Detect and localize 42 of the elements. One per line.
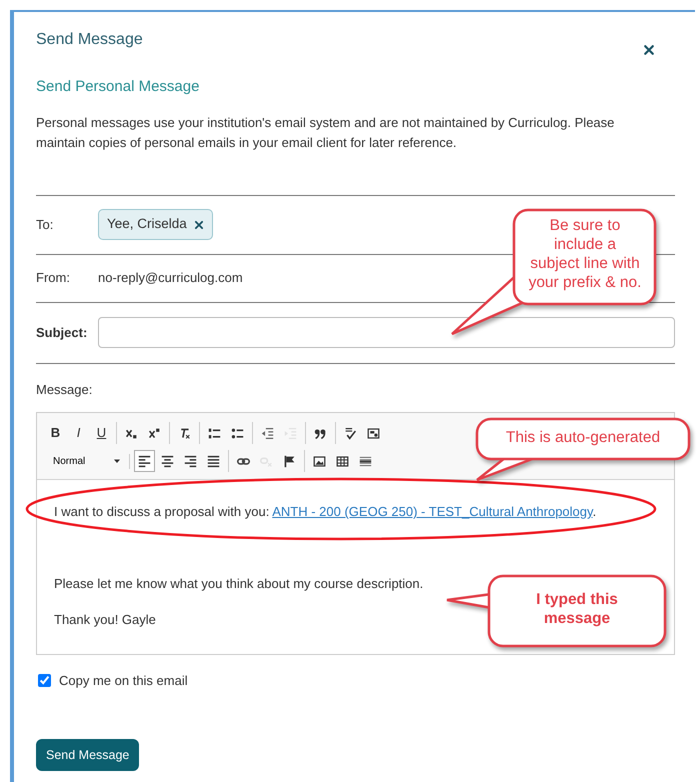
horizontal-rule-icon [359, 454, 372, 468]
image-icon [313, 454, 326, 468]
send-button[interactable]: Send Message [36, 738, 140, 772]
field-label: To: [36, 216, 54, 234]
quote-icon [314, 426, 327, 440]
field-label: Subject: [36, 324, 88, 342]
callout-text: I typed this message [535, 590, 619, 628]
message-text: I want to discuss a proposal with you: ANTH - 200 (GEOG 250) - TEST_Cultural Anthropology. [54, 503, 596, 521]
table-icon [336, 454, 349, 468]
format-dropdown[interactable]: Normal [45, 454, 125, 468]
align-left-icon [138, 454, 151, 468]
template-icon [367, 426, 380, 440]
checkbox-label: Copy me on this email [59, 672, 188, 690]
align-left-button[interactable] [134, 450, 155, 472]
align-center-icon [161, 454, 174, 468]
callout-text: Be sure to include a subject line with your prefix & no. [528, 216, 642, 292]
bullet-list-icon [231, 426, 244, 440]
superscript-icon [148, 426, 161, 440]
flag-icon [283, 454, 296, 468]
caret-icon [113, 457, 121, 465]
sender-email: no-reply@curriculog.com [98, 269, 243, 288]
close-button[interactable] [643, 44, 655, 56]
format-button[interactable]: I [68, 422, 89, 444]
format-button[interactable]: B [45, 422, 66, 444]
dialog-title: Send Message [36, 30, 143, 50]
message-text: Thank you! Gayle [54, 611, 156, 629]
spellcheck-icon [344, 426, 357, 440]
remove-icon[interactable] [194, 220, 204, 230]
notice-text: Personal messages use your institution's email system and are not maintained by Curriculog. Please maintain copies of personal emails in your email client for later reference. [36, 114, 616, 152]
numbered-list-icon [208, 426, 221, 440]
copy-checkbox[interactable] [38, 674, 51, 688]
align-right-icon [184, 454, 197, 468]
field-label: Message: [36, 382, 92, 396]
recipient-chip[interactable]: Yee, Criselda [98, 209, 213, 240]
dialog-subtitle: Send Personal Message [36, 77, 200, 97]
field-label: From: [36, 269, 71, 288]
message-text: Please let me know what you think about my course description. [54, 575, 424, 593]
callout-text: This is auto-generated [504, 428, 662, 447]
outdent-icon [261, 426, 274, 440]
proposal-link[interactable]: ANTH - 200 (GEOG 250) - TEST_Cultural Anthropology [272, 504, 593, 519]
justify-icon [207, 454, 220, 468]
format-button[interactable]: U [91, 422, 112, 444]
